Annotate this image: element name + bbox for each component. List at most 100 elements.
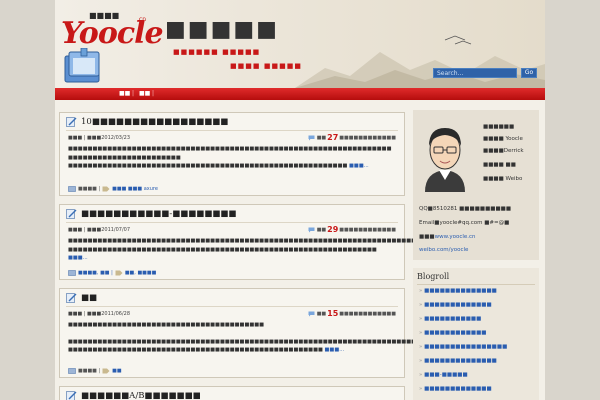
post-title-link[interactable]: ■■■■■■■■■■■-■■■■■■■■: [81, 209, 236, 219]
excerpt-line: ■■■■■■■■■■■■■■■■■■■■■■■■■■■■■■■■■■■■■■■■…: [68, 163, 369, 169]
tag-links[interactable]: ■■■ ■■■ axure: [112, 186, 158, 192]
post-tags: ■■■■, ■■ | ■■, ■■■■: [68, 270, 156, 276]
profile-line: ■■■■ ■■: [483, 162, 516, 168]
excerpt-line: ■■■■■■■■■■■■■■■■■■■■■■■■■■■■■■■■■■■■■■■■…: [68, 238, 436, 244]
comments-suffix: ■■■■■■■■■■■■: [339, 310, 396, 317]
post-comments[interactable]: ■■ 29 ■■■■■■■■■■■■: [308, 225, 396, 234]
nav-item-home[interactable]: ■■: [119, 90, 130, 97]
category-icon: [68, 368, 76, 374]
excerpt-line: ■■■■■■■■■■■■■■■■■■■■■■■: [68, 154, 181, 161]
logo-cn-text: ■■■■: [89, 11, 120, 20]
profile-widget: ■■■■■■ ■■■■ Yoocle ■■■■Derrick ■■■■ ■■ ■…: [413, 110, 539, 260]
excerpt-line: ■■■■■■■■■■■■■■■■■■■■■■■■■■■■■■■■■■■■■■■■…: [68, 338, 446, 345]
blogroll-widget: Blogroll ■■■■■■■■■■■■■■ ■■■■■■■■■■■■■ ■■…: [413, 268, 539, 400]
post-meta: ■■■ | ■■■2011/06/28: [68, 311, 131, 317]
profile-line: ■■■■ Weibo: [483, 176, 523, 182]
folder-logo-icon: [64, 48, 100, 83]
blogroll-link[interactable]: ■■■■■■■■■■■■■: [419, 302, 492, 308]
read-more-link[interactable]: ■■■...: [68, 255, 88, 261]
blogroll-link[interactable]: ■■■■■■■■■■■: [419, 316, 481, 322]
pencil-icon: [66, 391, 77, 400]
blogroll-link[interactable]: ■■■■■■■■■■■■: [419, 330, 486, 336]
excerpt-line: ■■■■■■■■■■■■■■■■■■■■■■■■■■■■■■■■■■■■■■■■…: [68, 246, 377, 262]
comments-count: 27: [327, 133, 339, 142]
post-tags: ■■■■ | ■■: [68, 368, 122, 374]
header: Yoocle ■■■■ .cn ■■■■■ ■■■■■■ ■■■■■ ■■■■ …: [55, 0, 545, 88]
weibo-link[interactable]: weibo.com/yoocle: [419, 247, 468, 253]
pencil-icon: [66, 117, 77, 127]
search-input[interactable]: [433, 68, 517, 78]
blogroll-link[interactable]: ■■■■■■■■■■■■■■: [419, 358, 497, 364]
profile-line: ■■■■■■: [483, 124, 515, 130]
post-comments[interactable]: ■■ 15 ■■■■■■■■■■■■: [308, 309, 396, 318]
comments-count: 29: [327, 225, 339, 234]
post-title-link[interactable]: 10■■■■■■■■■■■■■■■■■: [81, 117, 228, 127]
post-title-row: ■■■■■■■■■■■-■■■■■■■■: [66, 208, 236, 220]
logo-domain: .cn: [137, 16, 147, 23]
excerpt-line: ■■■■■■■■■■■■■■■■■■■■■■■■■■■■■■■■■■■■■■■■…: [68, 347, 345, 353]
post-excerpt: ■■■■■■■■■■■■■■■■■■■■■■■■■■■■■■■■■■■■■■■■…: [68, 321, 446, 355]
blogroll-link[interactable]: ■■■■■■■■■■■■■: [419, 386, 492, 392]
profile-email: Email■yoocle#qq.com ■#=@■: [419, 220, 510, 226]
logo-text: Yoocle: [61, 16, 164, 51]
profile-line: ■■■■Derrick: [483, 148, 524, 154]
blogroll-link[interactable]: ■■■-■■■■■: [419, 372, 468, 378]
blogroll-link[interactable]: ■■■■■■■■■■■■■■■■: [419, 344, 507, 350]
read-more-link[interactable]: ■■■...: [325, 347, 345, 353]
mountain-landscape-art: [295, 35, 545, 88]
post-divider: [66, 306, 398, 307]
post-card: ■■ ■■■ | ■■■2011/06/28 ■■ 15 ■■■■■■■■■■■…: [59, 288, 446, 378]
post-comments[interactable]: ■■ 27 ■■■■■■■■■■■■: [308, 133, 396, 142]
category-icon: [68, 186, 76, 192]
tag-icon: [102, 368, 110, 374]
excerpt-line: ■■■■■■■■■■■■■■■■■■■■■■■■■■■■■■■■■■■■■■■■: [68, 322, 265, 328]
slogan-line-2: ■■■■ ■■■■■: [230, 62, 302, 70]
pencil-icon: [66, 293, 77, 303]
site-logo[interactable]: Yoocle ■■■■ .cn: [59, 8, 164, 51]
category-text[interactable]: ■■■■ |: [78, 186, 100, 192]
page-wrapper: Yoocle ■■■■ .cn ■■■■■ ■■■■■■ ■■■■■ ■■■■ …: [55, 0, 545, 400]
post-title-row: 10■■■■■■■■■■■■■■■■■: [66, 116, 228, 128]
post-title-link[interactable]: ■■■■■■A/B■■■■■■■: [81, 391, 201, 400]
site-link[interactable]: www.yoocle.cn: [435, 234, 476, 240]
post-title-row: ■■■■■■A/B■■■■■■■: [66, 390, 201, 400]
read-more-link[interactable]: ■■■...: [349, 163, 369, 169]
comment-icon: [308, 135, 315, 140]
post-divider: [66, 130, 398, 131]
comment-icon: [308, 311, 315, 316]
search-go-button[interactable]: Go: [521, 68, 537, 78]
post-title-link[interactable]: ■■: [81, 293, 97, 303]
nav-separator: |: [152, 90, 155, 97]
tag-icon: [115, 270, 123, 276]
profile-line: ■■■■ Yoocle: [483, 136, 523, 142]
post-excerpt: ■■■■■■■■■■■■■■■■■■■■■■■■■■■■■■■■■■■■■■■■…: [68, 145, 396, 171]
slogan-line-1: ■■■■■■ ■■■■■: [173, 48, 261, 56]
excerpt-line: ■■■■■■■■■■■■■■■■■■■■■■■■■■■■■■■■■■■■■■■■…: [68, 146, 392, 152]
avatar-illustration: [425, 128, 465, 192]
comments-prefix: ■■: [316, 134, 327, 141]
post-card: ■■■■■■■■■■■-■■■■■■■■ ■■■ | ■■■2011/07/07…: [59, 204, 436, 280]
post-divider: [66, 222, 398, 223]
post-title-row: ■■: [66, 292, 97, 304]
comments-suffix: ■■■■■■■■■■■■: [339, 226, 396, 233]
category-text[interactable]: ■■■■ |: [78, 368, 100, 374]
post-tags: ■■■■ | ■■■ ■■■ axure: [68, 186, 158, 192]
profile-site: ■■■www.yoocle.cn: [419, 234, 476, 240]
tag-links[interactable]: ■■: [112, 368, 121, 374]
tag-links[interactable]: ■■, ■■■■: [125, 270, 157, 276]
comments-count: 15: [327, 309, 339, 318]
category-text[interactable]: ■■■■, ■■ |: [78, 270, 113, 276]
profile-qq: QQ■8510281 ■■■■■■■■■■: [419, 206, 512, 212]
tag-icon: [102, 186, 110, 192]
main-nav: ■■ | ■■ |: [55, 88, 545, 100]
comments-prefix: ■■: [316, 226, 327, 233]
nav-item-about[interactable]: ■■: [139, 90, 150, 97]
comment-icon: [308, 227, 315, 232]
blogroll-title: Blogroll: [417, 272, 450, 281]
site-title: ■■■■■: [165, 16, 279, 42]
blogroll-divider: [417, 284, 535, 285]
blogroll-link[interactable]: ■■■■■■■■■■■■■■: [419, 288, 497, 294]
post-excerpt: ■■■■■■■■■■■■■■■■■■■■■■■■■■■■■■■■■■■■■■■■…: [68, 237, 436, 263]
comments-suffix: ■■■■■■■■■■■■: [339, 134, 396, 141]
post-meta: ■■■ | ■■■2011/07/07: [68, 227, 131, 233]
